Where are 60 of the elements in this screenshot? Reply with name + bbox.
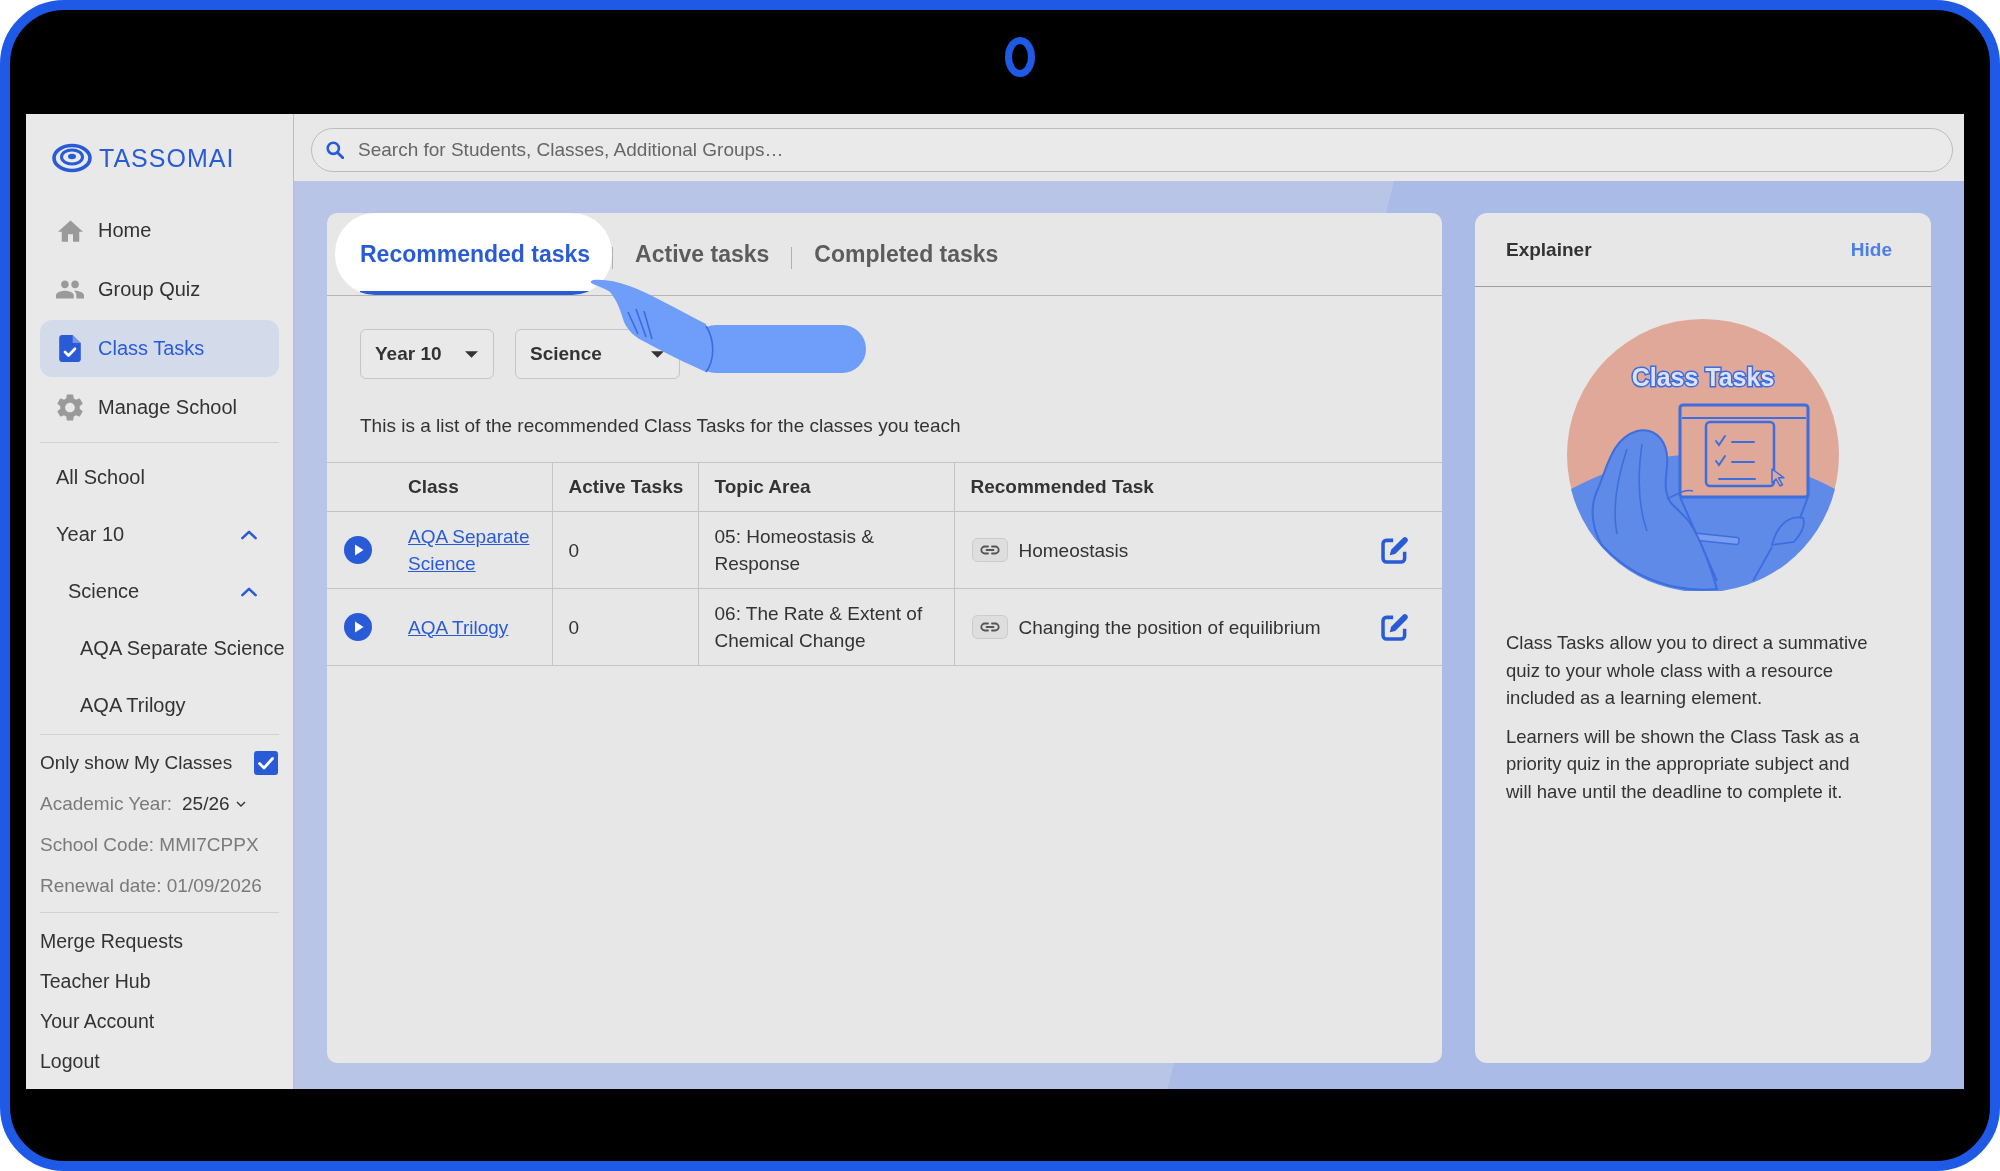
column-header: Active Tasks <box>552 462 698 512</box>
home-icon <box>57 219 83 242</box>
checked-document-icon <box>59 335 81 362</box>
chevron-up-icon[interactable] <box>241 586 257 597</box>
nav-item[interactable]: Manage School <box>40 379 279 436</box>
people-icon <box>56 280 84 299</box>
edit-icon[interactable] <box>1381 536 1408 564</box>
chevron-down-icon <box>235 800 246 807</box>
tree-item[interactable]: Year 10 <box>56 523 125 546</box>
nav-item[interactable]: Class Tasks <box>40 320 279 377</box>
edit-icon[interactable] <box>1381 613 1408 641</box>
task-name: Changing the position of equilibrium <box>1018 615 1321 640</box>
link-icon[interactable] <box>971 538 1008 562</box>
tree-item[interactable]: Science <box>68 580 140 603</box>
panel-title: Explainer <box>1506 238 1592 261</box>
tree-item[interactable]: AQA Trilogy <box>80 694 186 717</box>
table-cell: 06: The Rate & Extent of Chemical Change <box>698 588 954 666</box>
description-text: This is a list of the recommended Class Tasks for the classes you teach <box>360 414 962 438</box>
academic-year-select[interactable]: 25/26 <box>182 792 246 815</box>
search-field[interactable]: Search for Students, Classes, Additional Groups… <box>311 128 1953 172</box>
column-header: Class <box>395 462 552 512</box>
play-icon[interactable] <box>344 613 372 641</box>
target-logo-icon <box>52 143 92 173</box>
illustration-title: Class Tasks <box>1631 363 1775 391</box>
tree-item[interactable]: AQA Separate Science <box>80 637 285 660</box>
class-link[interactable]: AQA Trilogy <box>408 613 509 641</box>
chevron-up-icon[interactable] <box>241 529 257 540</box>
class-link[interactable]: AQA Separate Science <box>408 523 544 577</box>
column-header: Topic Area <box>698 462 954 512</box>
tab[interactable]: Completed tasks <box>792 213 1021 295</box>
table-cell: 0 <box>552 588 698 666</box>
play-icon[interactable] <box>344 536 372 564</box>
explainer-paragraph: Learners will be shown the Class Task as a priority quiz in the appropriate subject and will have until the deadline to complete it. <box>1506 724 1861 804</box>
academic-year-label: Academic Year: <box>40 792 173 815</box>
logo-wordmark[interactable]: TASSOMAI <box>99 143 235 173</box>
school-code: School Code: MMI7CPPX <box>40 833 259 856</box>
task-name: Homeostasis <box>1018 538 1129 563</box>
table-cell: 05: Homeostasis & Response <box>698 511 954 589</box>
nav-item[interactable]: Group Quiz <box>40 261 279 318</box>
caret-down-icon <box>651 350 664 358</box>
checkbox[interactable] <box>254 750 278 775</box>
sidebar-link[interactable]: Logout <box>40 1041 100 1081</box>
nav-item[interactable]: Home <box>40 202 279 259</box>
column-header: Recommended Task <box>954 462 1442 512</box>
camera-lens-icon <box>1005 37 1035 77</box>
sidebar-link[interactable]: Merge Requests <box>40 921 184 961</box>
renewal-date: Renewal date: 01/09/2026 <box>40 874 262 897</box>
tab[interactable]: Active tasks <box>613 213 792 295</box>
sidebar-link[interactable]: Teacher Hub <box>40 961 151 1001</box>
explainer-paragraph: Class Tasks allow you to direct a summative quiz to your whole class with a resource included as a learning element. <box>1506 631 1869 710</box>
settings-icon <box>57 394 83 421</box>
only-my-classes-label: Only show My Classes <box>40 751 233 774</box>
table-cell: 0 <box>552 511 698 589</box>
filter-dropdown[interactable]: Year 10 <box>360 329 494 379</box>
search-icon <box>326 141 344 159</box>
tab[interactable]: Recommended tasks <box>335 213 613 295</box>
link-icon[interactable] <box>971 615 1008 639</box>
sidebar-link[interactable]: Your Account <box>40 1001 155 1041</box>
tree-item[interactable]: All School <box>56 466 145 489</box>
caret-down-icon <box>465 350 478 358</box>
